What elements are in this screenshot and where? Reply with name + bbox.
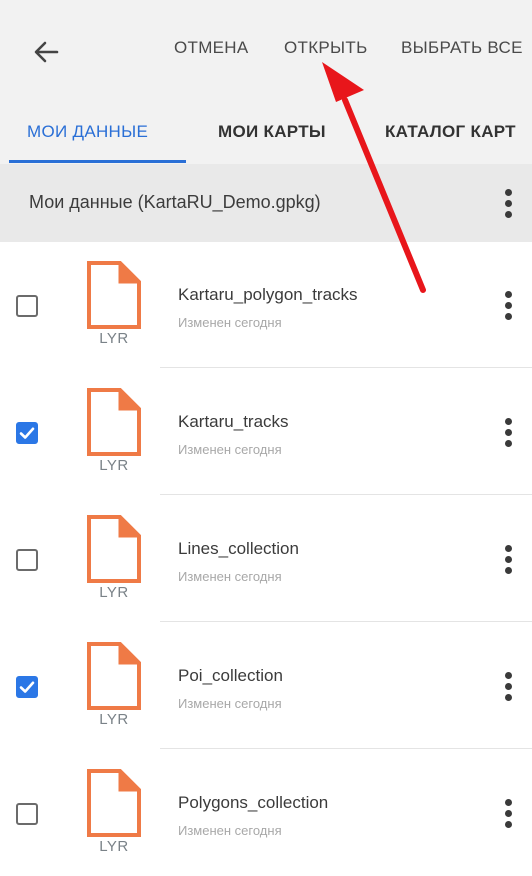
item-modified: Изменен сегодня — [178, 823, 282, 838]
check-icon — [19, 427, 35, 439]
file-layer-icon: LYR — [84, 260, 144, 350]
item-checkbox[interactable] — [16, 549, 38, 571]
more-vertical-icon — [504, 798, 512, 806]
active-tab-indicator — [9, 160, 186, 163]
file-layer-icon: LYR — [84, 387, 144, 477]
more-vertical-icon — [504, 417, 512, 425]
top-toolbar: ОТМЕНА ОТКРЫТЬ ВЫБРАТЬ ВСЕ — [0, 0, 532, 98]
more-vertical-icon — [504, 671, 512, 679]
divider — [160, 494, 532, 495]
cancel-button[interactable]: ОТМЕНА — [174, 38, 249, 58]
divider — [160, 748, 532, 749]
file-layer-icon: LYR — [84, 641, 144, 731]
tab-my-maps[interactable]: МОИ КАРТЫ — [218, 122, 326, 142]
back-button[interactable] — [22, 30, 70, 74]
list-item[interactable]: LYR Kartaru_polygon_tracks Изменен сегод… — [0, 242, 532, 368]
select-all-button[interactable]: ВЫБРАТЬ ВСЕ — [401, 38, 523, 58]
folder-more-button[interactable] — [496, 183, 520, 223]
check-icon — [19, 681, 35, 693]
item-checkbox[interactable] — [16, 676, 38, 698]
folder-title: Мои данные (KartaRU_Demo.gpkg) — [29, 192, 321, 212]
list-item[interactable]: LYR Poi_collection Изменен сегодня — [0, 623, 532, 749]
item-more-button[interactable] — [496, 285, 520, 325]
item-name: Poi_collection — [178, 666, 283, 685]
tab-map-catalog[interactable]: КАТАЛОГ КАРТ — [385, 122, 516, 142]
file-type-label: LYR — [99, 457, 129, 474]
item-name: Kartaru_polygon_tracks — [178, 285, 358, 304]
list-item[interactable]: LYR Kartaru_tracks Изменен сегодня — [0, 369, 532, 495]
file-type-label: LYR — [99, 330, 129, 347]
item-modified: Изменен сегодня — [178, 569, 282, 584]
more-vertical-icon — [504, 544, 512, 552]
item-checkbox[interactable] — [16, 422, 38, 444]
divider — [160, 367, 532, 368]
item-name: Polygons_collection — [178, 793, 329, 812]
file-layer-icon: LYR — [84, 514, 144, 604]
item-more-button[interactable] — [496, 412, 520, 452]
item-name: Kartaru_tracks — [178, 412, 289, 431]
file-type-label: LYR — [99, 711, 129, 728]
divider — [160, 621, 532, 622]
file-type-label: LYR — [99, 584, 129, 601]
list-item[interactable]: LYR Polygons_collection Изменен сегодня — [0, 750, 532, 876]
item-more-button[interactable] — [496, 666, 520, 706]
item-more-button[interactable] — [496, 539, 520, 579]
item-name: Lines_collection — [178, 539, 299, 558]
file-type-label: LYR — [99, 838, 129, 855]
more-vertical-icon — [504, 290, 512, 298]
list-item[interactable]: LYR Lines_collection Изменен сегодня — [0, 496, 532, 622]
item-more-button[interactable] — [496, 793, 520, 833]
more-vertical-icon — [504, 188, 512, 196]
arrow-left-icon — [34, 41, 59, 63]
tab-bar: МОИ ДАННЫЕ МОИ КАРТЫ КАТАЛОГ КАРТ — [0, 98, 532, 164]
item-modified: Изменен сегодня — [178, 442, 282, 457]
open-button[interactable]: ОТКРЫТЬ — [284, 38, 368, 58]
item-checkbox[interactable] — [16, 803, 38, 825]
tab-my-data[interactable]: МОИ ДАННЫЕ — [27, 122, 148, 142]
file-layer-icon: LYR — [84, 768, 144, 858]
folder-header: Мои данные (KartaRU_Demo.gpkg) — [0, 164, 532, 242]
item-checkbox[interactable] — [16, 295, 38, 317]
item-modified: Изменен сегодня — [178, 315, 282, 330]
item-modified: Изменен сегодня — [178, 696, 282, 711]
